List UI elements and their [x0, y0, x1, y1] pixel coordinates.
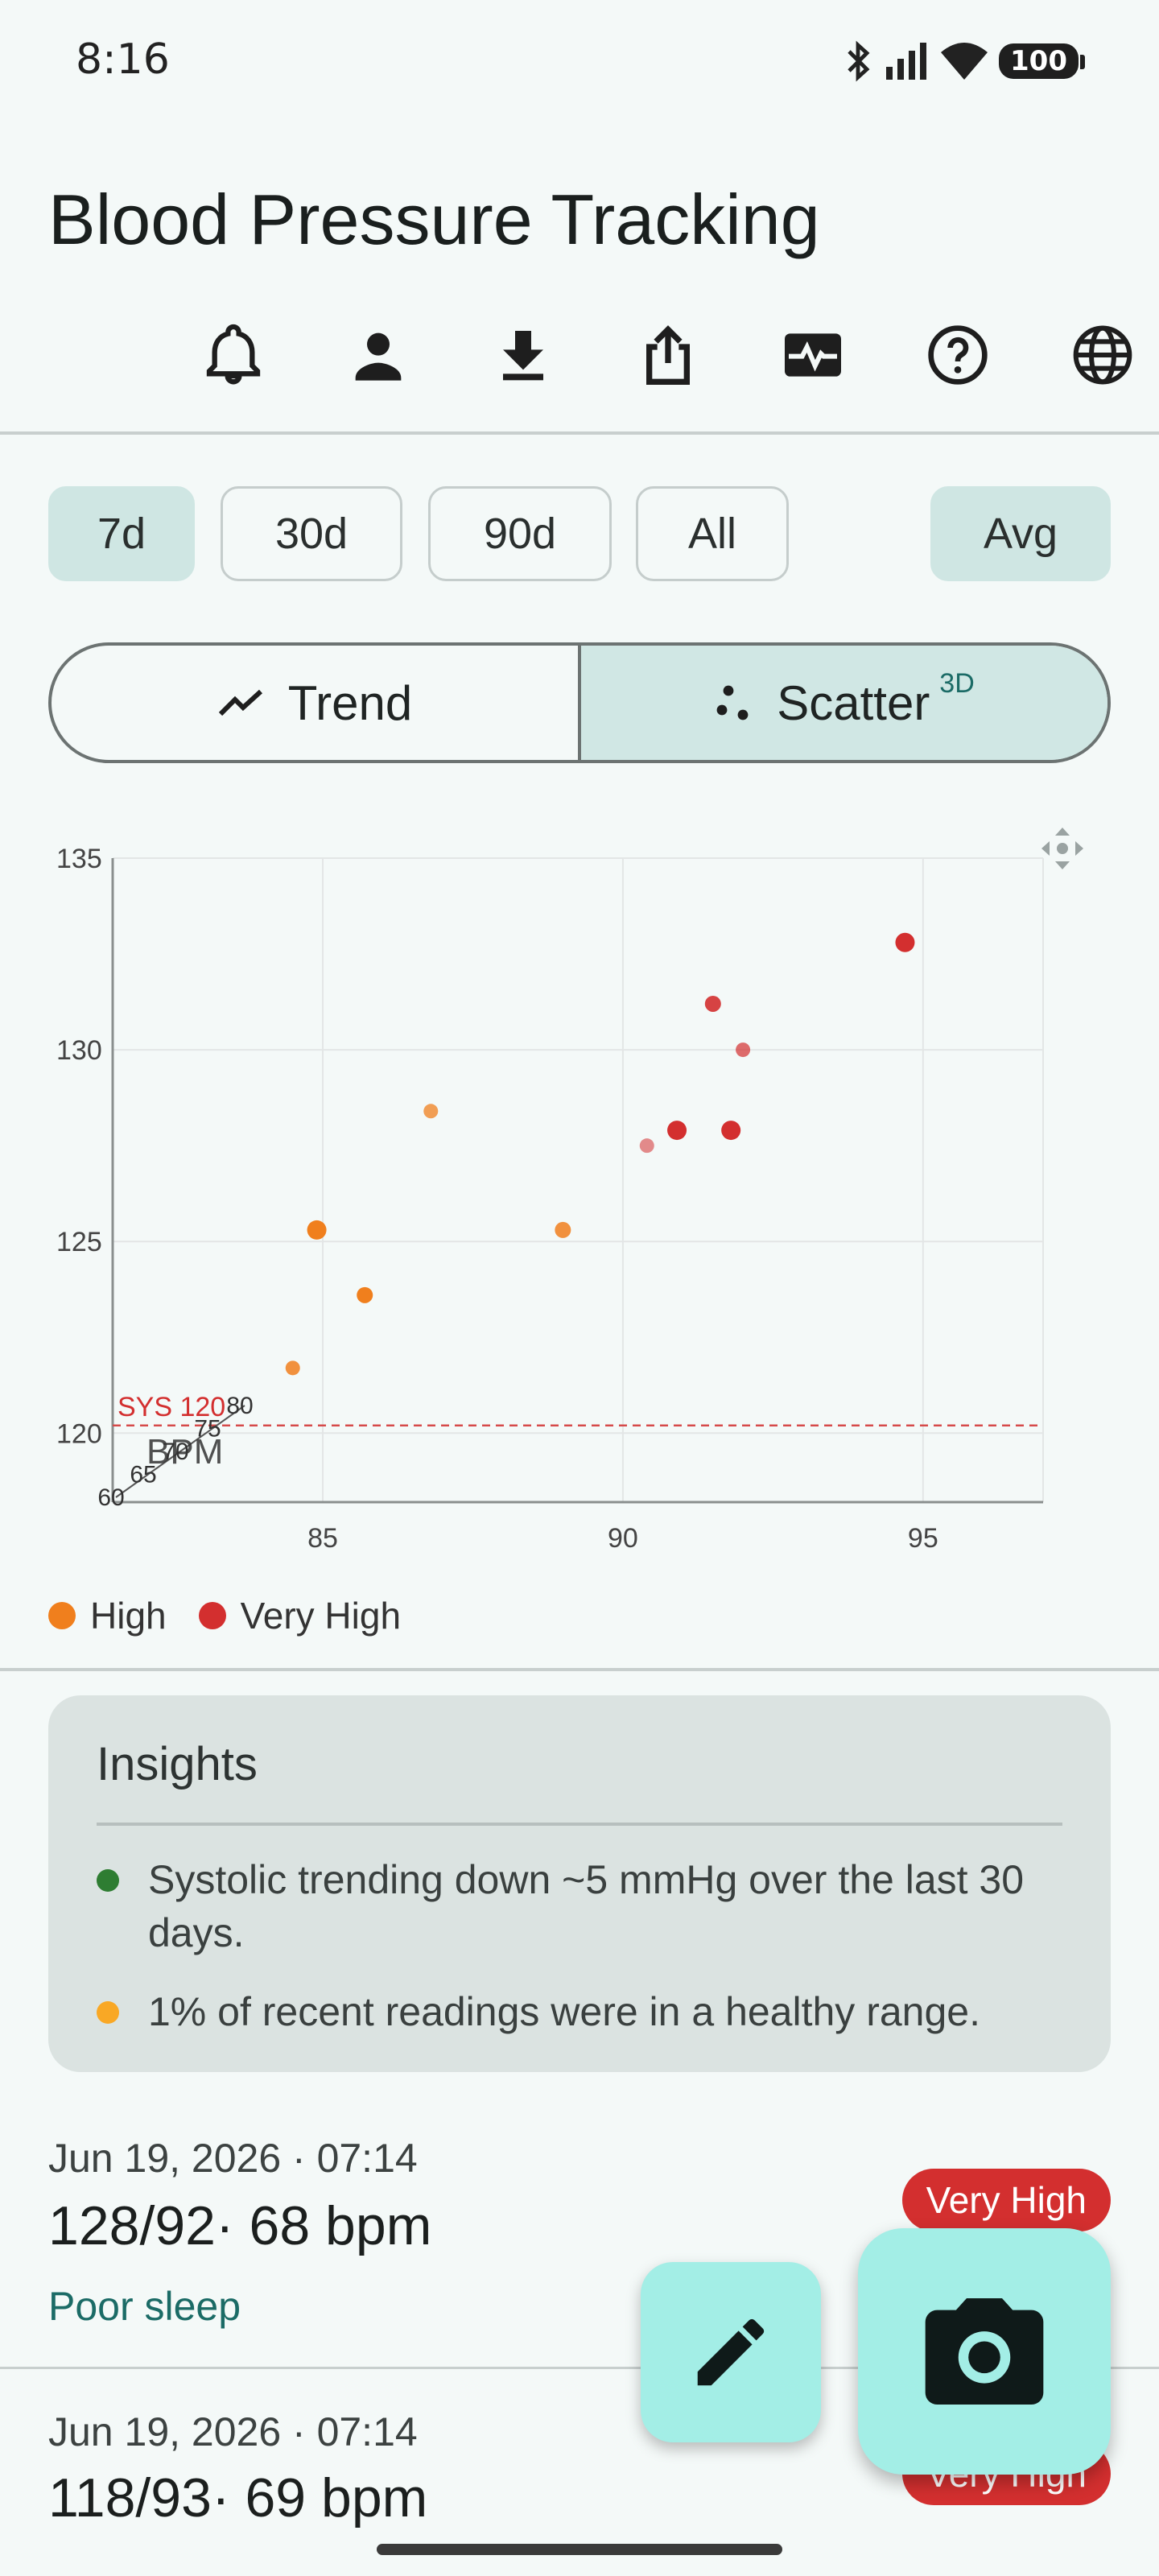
- range-chip-all[interactable]: All: [636, 486, 789, 581]
- range-chip-7d[interactable]: 7d: [48, 486, 195, 581]
- manual-entry-button[interactable]: [641, 2262, 821, 2442]
- move-handle-icon[interactable]: [1041, 828, 1083, 869]
- legend-label-high: High: [90, 1595, 167, 1637]
- insight-dot-amber: [97, 2001, 119, 2024]
- chart-legend: High Very High: [48, 1594, 401, 1637]
- z-axis-label: BPM: [146, 1432, 223, 1472]
- page-title: Blood Pressure Tracking: [48, 180, 820, 259]
- data-point-high: [555, 1221, 571, 1238]
- status-icons: 100: [843, 40, 1085, 82]
- trend-icon: [218, 689, 262, 716]
- download-button[interactable]: [451, 311, 596, 399]
- insight-dot-green: [97, 1869, 119, 1892]
- insights-divider: [97, 1823, 1062, 1826]
- average-toggle-chip[interactable]: Avg: [930, 486, 1111, 581]
- bell-icon: [206, 324, 261, 385]
- scatter-tab[interactable]: Scatter 3D: [578, 646, 1107, 760]
- insight-text: Systolic trending down ~5 mmHg over the …: [148, 1857, 1025, 1955]
- home-indicator[interactable]: [377, 2544, 782, 2555]
- help-icon: [928, 325, 988, 385]
- scatter-tab-label: Scatter: [777, 675, 930, 730]
- help-button[interactable]: [885, 311, 1030, 399]
- bluetooth-icon: [848, 40, 870, 82]
- insights-title: Insights: [97, 1738, 258, 1790]
- z-tick-label: 60: [97, 1484, 124, 1511]
- x-tick-label: 90: [608, 1523, 638, 1554]
- vitals-button[interactable]: [740, 311, 885, 399]
- status-time: 8:16: [76, 35, 170, 84]
- share-icon: [646, 325, 690, 385]
- chart-divider: [0, 1668, 1159, 1671]
- chart-points: [285, 932, 915, 1376]
- data-point-very-high: [736, 1042, 751, 1058]
- profile-button[interactable]: [306, 311, 451, 399]
- trend-tab-label: Trend: [287, 675, 413, 730]
- person-icon: [355, 332, 402, 381]
- data-point-very-high: [667, 1121, 687, 1141]
- view-toggle: Trend Scatter 3D: [48, 642, 1111, 763]
- data-point-very-high: [721, 1121, 741, 1141]
- insights-card: Insights Systolic trending down ~5 mmHg …: [48, 1695, 1111, 2072]
- toolbar: [161, 311, 1159, 399]
- data-point-very-high: [639, 1138, 654, 1154]
- reading-value: 128/92· 68 bpm: [48, 2195, 432, 2256]
- heart-monitor-icon: [785, 333, 841, 377]
- scatter-icon: [716, 685, 749, 720]
- data-point-very-high: [895, 932, 915, 952]
- y-tick-label: 130: [56, 1035, 102, 1066]
- x-tick-label: 95: [908, 1523, 938, 1554]
- download-icon: [503, 331, 543, 381]
- reading-note: Poor sleep: [48, 2284, 241, 2329]
- pencil-icon: [697, 2318, 765, 2386]
- scatter-3d-badge: 3D: [939, 667, 975, 699]
- language-button[interactable]: [1030, 311, 1159, 399]
- legend-item-very-high: Very High: [198, 1594, 402, 1637]
- reading-date: Jun 19, 2026 · 07:14: [48, 2409, 418, 2454]
- battery-indicator: 100: [999, 43, 1085, 79]
- globe-icon: [1073, 325, 1132, 385]
- data-point-high: [307, 1220, 327, 1240]
- insight-text: 1% of recent readings were in a healthy …: [148, 1989, 980, 2034]
- trend-tab[interactable]: Trend: [52, 646, 578, 760]
- reading-date: Jun 19, 2026 · 07:14: [48, 2136, 418, 2181]
- z-tick-label: 80: [226, 1393, 253, 1419]
- wifi-icon: [941, 43, 988, 80]
- legend-item-high: High: [48, 1594, 167, 1637]
- data-point-high: [423, 1104, 439, 1119]
- data-point-high: [357, 1286, 373, 1303]
- data-point-high: [285, 1360, 300, 1376]
- legend-dot-high: [48, 1602, 76, 1629]
- header-divider: [0, 431, 1159, 435]
- status-badge: Very High: [901, 2169, 1111, 2231]
- insight-item: 1% of recent readings were in a healthy …: [97, 1985, 1046, 2038]
- signal-icon: [886, 43, 927, 80]
- data-point-very-high: [704, 995, 721, 1012]
- camera-capture-button[interactable]: [858, 2228, 1111, 2475]
- y-tick-label: 120: [56, 1418, 102, 1449]
- range-chip-30d[interactable]: 30d: [221, 486, 402, 581]
- x-tick-label: 85: [307, 1523, 338, 1554]
- y-tick-label: 135: [56, 844, 102, 874]
- notifications-button[interactable]: [161, 311, 306, 399]
- share-button[interactable]: [596, 311, 740, 399]
- range-chip-90d[interactable]: 90d: [428, 486, 612, 581]
- reading-value: 118/93· 69 bpm: [48, 2467, 428, 2529]
- camera-icon: [925, 2298, 1044, 2405]
- legend-label-very-high: Very High: [240, 1595, 402, 1637]
- y-tick-label: 125: [56, 1227, 102, 1257]
- legend-dot-very-high: [198, 1602, 226, 1629]
- scatter-chart: 85 90 95120125130135 SYS 120 6065707580BPM: [56, 828, 1083, 1554]
- insight-item: Systolic trending down ~5 mmHg over the …: [97, 1853, 1046, 1959]
